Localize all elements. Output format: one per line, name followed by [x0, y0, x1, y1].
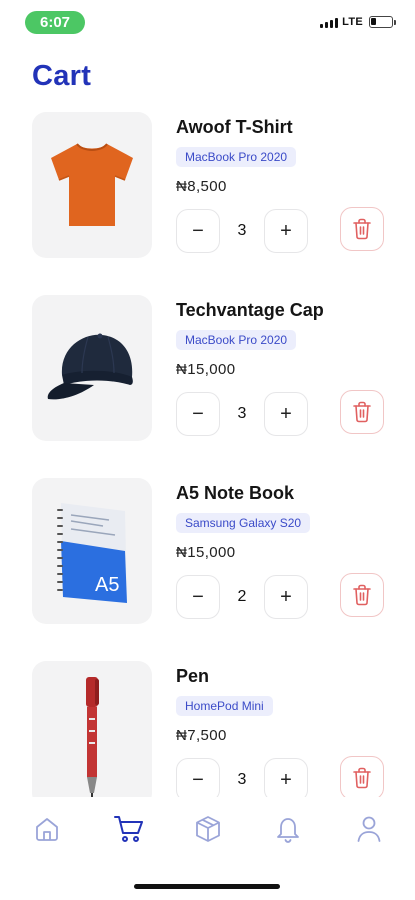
cap-image	[47, 333, 133, 400]
status-bar: 6:07 LTE	[0, 0, 415, 44]
cart-list[interactable]: Awoof T-Shirt MacBook Pro 2020 ₦8,500 − …	[0, 112, 415, 797]
status-time: 6:07	[25, 11, 85, 34]
signal-icon	[320, 17, 339, 28]
user-icon	[357, 816, 381, 842]
product-image[interactable]: A5	[32, 478, 152, 624]
quantity-value: 3	[237, 405, 247, 422]
decrease-quantity-button[interactable]: −	[176, 209, 220, 253]
status-indicators: LTE	[320, 16, 396, 28]
trash-icon	[353, 401, 371, 423]
quantity-value: 3	[237, 222, 247, 239]
increase-quantity-button[interactable]: +	[264, 392, 308, 436]
network-type: LTE	[342, 16, 363, 28]
decrease-quantity-button[interactable]: −	[176, 392, 220, 436]
home-icon	[36, 818, 58, 841]
increase-quantity-button[interactable]: +	[264, 575, 308, 619]
nav-notifications[interactable]	[271, 812, 305, 846]
delete-item-button[interactable]	[340, 573, 384, 617]
trash-icon	[353, 584, 371, 606]
battery-icon	[369, 16, 396, 28]
increase-quantity-button[interactable]: +	[264, 758, 308, 797]
box-icon	[196, 816, 220, 842]
product-image[interactable]	[32, 112, 152, 258]
decrease-quantity-button[interactable]: −	[176, 758, 220, 797]
cart-item: Techvantage Cap MacBook Pro 2020 ₦15,000…	[0, 295, 415, 445]
product-price: ₦15,000	[176, 361, 236, 378]
variant-badge: MacBook Pro 2020	[176, 147, 297, 167]
variant-badge: Samsung Galaxy S20	[176, 513, 311, 533]
delete-item-button[interactable]	[340, 756, 384, 797]
increase-quantity-button[interactable]: +	[264, 209, 308, 253]
variant-badge: MacBook Pro 2020	[176, 330, 297, 350]
cart-item: Pen HomePod Mini ₦7,500 − 3 +	[0, 661, 415, 797]
product-price: ₦7,500	[176, 727, 227, 744]
page-title: Cart	[32, 60, 92, 92]
nav-profile[interactable]	[352, 812, 386, 846]
quantity-value: 2	[237, 588, 247, 605]
variant-badge: HomePod Mini	[176, 696, 273, 716]
product-name: Awoof T-Shirt	[176, 117, 293, 137]
trash-icon	[353, 767, 371, 789]
product-name: Techvantage Cap	[176, 300, 324, 320]
home-indicator[interactable]	[134, 884, 280, 889]
tshirt-image	[51, 143, 133, 226]
bell-icon	[277, 818, 299, 843]
trash-icon	[353, 218, 371, 240]
delete-item-button[interactable]	[340, 390, 384, 434]
nav-orders[interactable]	[191, 812, 225, 846]
nav-home[interactable]	[30, 812, 64, 846]
notebook-image: A5	[57, 503, 127, 603]
decrease-quantity-button[interactable]: −	[176, 575, 220, 619]
product-price: ₦15,000	[176, 544, 236, 561]
product-name: A5 Note Book	[176, 483, 295, 503]
nav-cart[interactable]	[112, 812, 146, 846]
quantity-value: 3	[237, 771, 247, 788]
cart-item: Awoof T-Shirt MacBook Pro 2020 ₦8,500 − …	[0, 112, 415, 262]
notebook-cover-text: A5	[95, 574, 119, 596]
delete-item-button[interactable]	[340, 207, 384, 251]
product-image[interactable]	[32, 661, 152, 797]
battery-level	[371, 18, 376, 25]
cart-icon	[114, 816, 143, 842]
pen-image	[86, 677, 99, 797]
bottom-nav	[0, 800, 415, 860]
product-image[interactable]	[32, 295, 152, 441]
cart-item: A5 A5 Note Book Samsung Galaxy S20 ₦15,0…	[0, 478, 415, 628]
product-price: ₦8,500	[176, 178, 227, 195]
product-name: Pen	[176, 666, 210, 686]
